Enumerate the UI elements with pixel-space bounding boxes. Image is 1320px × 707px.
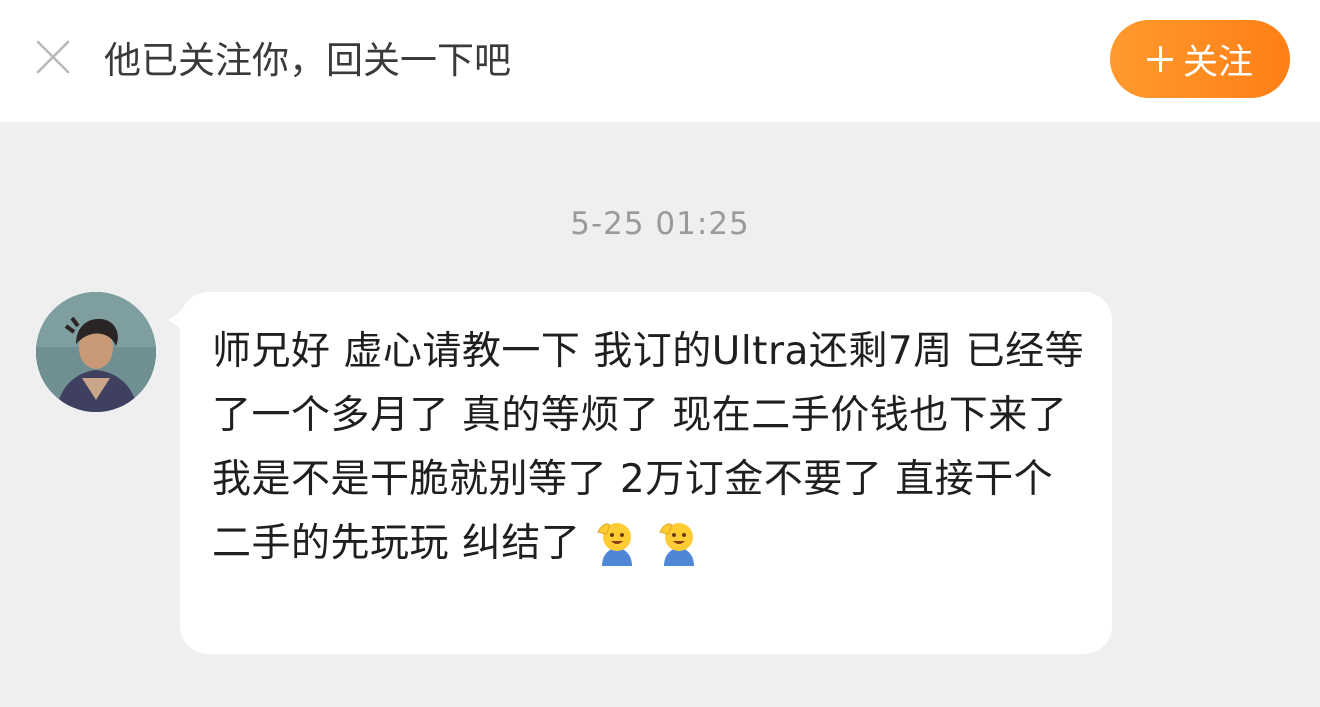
avatar-image: [36, 292, 156, 412]
follow-suggestion-bar: 他已关注你，回关一下吧 关注: [0, 0, 1320, 122]
bubble-tail: [168, 310, 182, 330]
message-text: 师兄好 虚心请教一下 我订的Ultra还剩7周 已经等了一个多月了 真的等烦了 …: [212, 329, 1085, 566]
salute-emoji-icon: [597, 523, 633, 566]
message-timestamp: 5-25 01:25: [570, 206, 750, 242]
follow-back-prompt: 他已关注你，回关一下吧: [104, 39, 511, 82]
close-icon: [36, 40, 70, 74]
salute-emoji-icon: [659, 523, 695, 566]
sender-avatar[interactable]: [36, 292, 156, 412]
message-text-container: 师兄好 虚心请教一下 我订的Ultra还剩7周 已经等了一个多月了 真的等烦了 …: [212, 320, 1092, 576]
close-button[interactable]: [30, 34, 76, 80]
message-bubble[interactable]: 师兄好 虚心请教一下 我订的Ultra还剩7周 已经等了一个多月了 真的等烦了 …: [168, 292, 1112, 654]
follow-button[interactable]: 关注: [1110, 20, 1290, 98]
plus-icon: [1146, 46, 1173, 72]
follow-button-label: 关注: [1182, 42, 1253, 83]
